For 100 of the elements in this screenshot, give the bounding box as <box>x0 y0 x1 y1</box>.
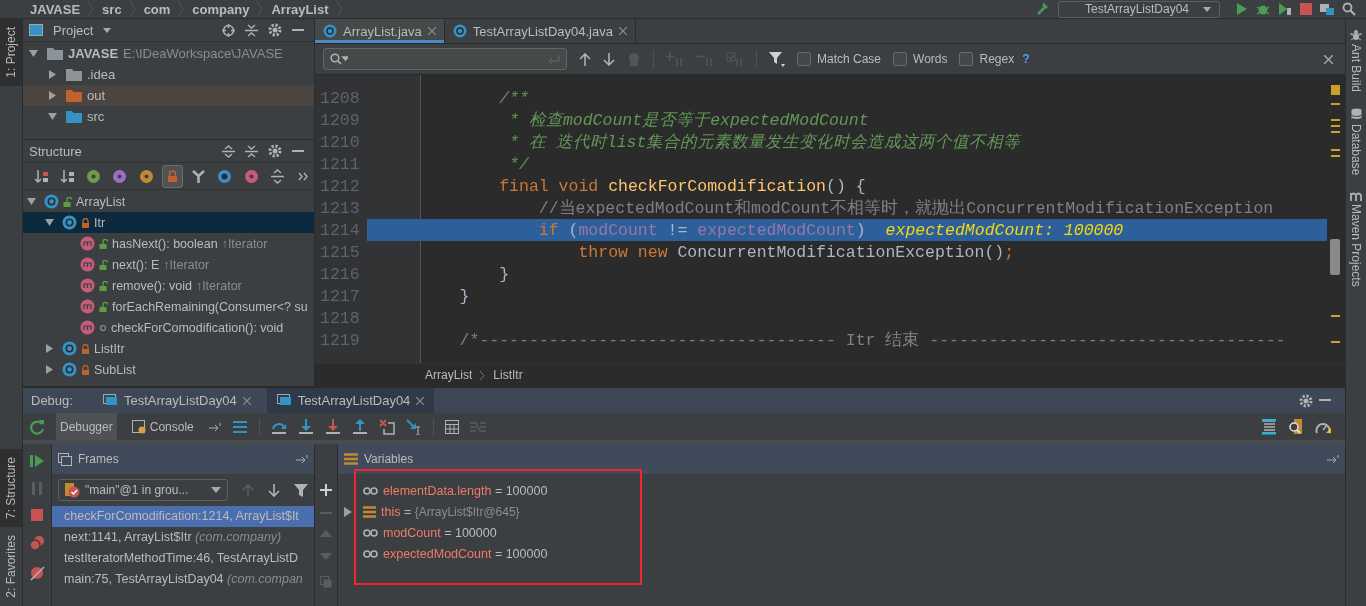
project-tree-item[interactable]: .idea <box>23 64 314 85</box>
thread-dropdown[interactable]: "main"@1 in grou... <box>58 479 228 502</box>
threads-icon[interactable] <box>1261 418 1277 435</box>
minimize-icon[interactable] <box>292 28 304 32</box>
rerun-icon[interactable] <box>29 418 45 435</box>
navigation-crumb[interactable]: company <box>192 1 250 17</box>
expanded-arrow-icon[interactable] <box>29 49 38 58</box>
editor-tab[interactable]: ArrayList.java <box>315 19 445 43</box>
run-to-cursor-icon[interactable] <box>405 418 422 435</box>
lock-toggle[interactable] <box>162 164 183 188</box>
code-editor-area[interactable] <box>315 75 1327 364</box>
structure-item[interactable]: SubList <box>23 359 314 380</box>
caret-icon[interactable] <box>103 27 112 33</box>
pin-icon[interactable] <box>1327 455 1339 464</box>
tool-window-button[interactable]: Ant Build <box>1346 25 1366 97</box>
structure-item[interactable]: ArrayList <box>23 191 314 212</box>
pin-icon[interactable] <box>208 422 221 431</box>
structure-item[interactable]: Itr <box>23 212 314 233</box>
expanded-arrow-icon[interactable] <box>27 197 36 206</box>
search-icon[interactable] <box>1342 2 1356 16</box>
structure-item[interactable]: remove(): void ↑Iterator <box>23 275 314 296</box>
stack-frame[interactable]: testIteratorMethodTime:46, TestArrayListD <box>52 548 314 570</box>
navigation-crumb[interactable]: ArrayList <box>271 1 329 17</box>
collapsed-arrow-icon[interactable] <box>48 91 57 100</box>
debug-session-tab[interactable]: TestArrayListDay04 <box>92 388 261 414</box>
minimize-icon[interactable] <box>292 149 304 153</box>
coverage-icon[interactable] <box>1278 2 1292 16</box>
debug-session-tab[interactable]: TestArrayListDay04 <box>266 388 435 414</box>
tool-window-button[interactable]: 2: Favorites <box>0 527 22 606</box>
add-icon[interactable] <box>320 484 332 497</box>
panel-title[interactable]: Project <box>53 22 94 38</box>
variable-row[interactable]: expectedModCount = 100000 <box>338 543 1345 565</box>
close-icon[interactable] <box>618 27 627 35</box>
settings-icon[interactable] <box>268 144 282 158</box>
minimize-icon[interactable] <box>1319 399 1331 403</box>
stack-frame[interactable]: main:75, TestArrayListDay04 (com.compan <box>52 569 314 591</box>
tool-window-button[interactable]: Database <box>1346 104 1366 180</box>
project-tree-item[interactable]: JAVASE E:\IDeaWorkspace\JAVASE <box>23 43 314 64</box>
variable-row[interactable]: modCount = 100000 <box>338 522 1345 544</box>
help-link[interactable]: ? <box>1022 52 1030 66</box>
pin-icon[interactable] <box>296 455 308 464</box>
drop-frame-icon[interactable] <box>378 418 395 435</box>
debugger-tab[interactable]: Debugger <box>56 413 117 441</box>
project-tree-item[interactable]: src <box>23 106 314 127</box>
next-match-icon[interactable] <box>603 52 615 66</box>
option-checkbox[interactable]: Words <box>893 52 948 66</box>
view-breakpoints-icon[interactable] <box>29 535 45 552</box>
option-checkbox[interactable]: Match Case <box>797 52 882 66</box>
structure-item[interactable]: next(): E ↑Iterator <box>23 254 314 275</box>
calculator-icon[interactable] <box>444 419 459 434</box>
collapsed-arrow-icon[interactable] <box>48 70 57 79</box>
force-step-into-icon[interactable] <box>324 418 341 435</box>
settings-icon[interactable] <box>1299 393 1313 408</box>
step-out-icon[interactable] <box>351 418 368 435</box>
expanded-arrow-icon[interactable] <box>45 218 54 227</box>
structure-item[interactable]: ListItr <box>23 338 314 359</box>
collapse-all-icon[interactable] <box>245 144 258 158</box>
locate-icon[interactable] <box>222 23 235 37</box>
step-into-icon[interactable] <box>297 418 314 435</box>
tool-window-button[interactable]: 1: Project <box>0 19 22 86</box>
run-configuration-dropdown[interactable]: TestArrayListDay04 <box>1057 0 1220 18</box>
navigation-crumb[interactable]: com <box>143 1 171 17</box>
structure-item[interactable]: checkForComodification(): void <box>23 317 314 338</box>
structure-crumb[interactable]: ArrayList <box>425 368 473 383</box>
debugger-tab[interactable]: Console <box>127 413 198 441</box>
project-structure-icon[interactable] <box>1320 2 1334 16</box>
settings-icon[interactable] <box>268 23 282 37</box>
option-checkbox[interactable]: Regex <box>959 52 1015 66</box>
mute-breakpoints-icon[interactable] <box>29 565 45 582</box>
variable-row[interactable]: elementData.length = 100000 <box>338 480 1345 502</box>
collapsed-arrow-icon[interactable] <box>45 365 54 374</box>
search-field[interactable] <box>323 48 567 70</box>
resume-icon[interactable] <box>30 454 44 469</box>
run-icon[interactable] <box>1236 3 1248 15</box>
show-execution-point-icon[interactable] <box>231 419 248 434</box>
memory-view-icon[interactable] <box>1288 418 1304 435</box>
navigation-crumb[interactable]: src <box>102 1 122 17</box>
filter-icon[interactable] <box>769 51 785 67</box>
variable-row[interactable]: this = {ArrayList$Itr@645} <box>338 501 1345 523</box>
navigation-crumb[interactable]: JAVASE <box>30 1 81 17</box>
expanded-arrow-icon[interactable] <box>48 112 57 121</box>
collapse-all-icon[interactable] <box>245 23 258 37</box>
stop-icon[interactable] <box>31 509 43 522</box>
structure-item[interactable]: forEachRemaining(Consumer<? su <box>23 296 314 317</box>
editor-tab[interactable]: TestArrayListDay04.java <box>444 19 636 43</box>
close-icon[interactable] <box>1324 54 1333 64</box>
tool-window-button[interactable]: 7: Structure <box>0 449 22 528</box>
stack-frame[interactable]: next:1141, ArrayList$Itr (com.company) <box>52 527 314 549</box>
tool-window-button[interactable]: Maven Projects <box>1346 187 1366 292</box>
collapsed-arrow-icon[interactable] <box>344 506 352 517</box>
previous-match-icon[interactable] <box>579 52 591 66</box>
close-icon[interactable] <box>242 396 251 405</box>
structure-crumb[interactable]: ListItr <box>493 368 523 383</box>
expand-all-icon[interactable] <box>222 144 235 158</box>
hammer-icon[interactable] <box>1035 2 1050 16</box>
close-icon[interactable] <box>416 396 425 405</box>
project-tree-item[interactable]: out <box>23 85 314 106</box>
down-arrow-icon[interactable] <box>268 483 280 497</box>
structure-item[interactable]: hasNext(): boolean ↑Iterator <box>23 233 314 254</box>
collapsed-arrow-icon[interactable] <box>45 344 54 353</box>
